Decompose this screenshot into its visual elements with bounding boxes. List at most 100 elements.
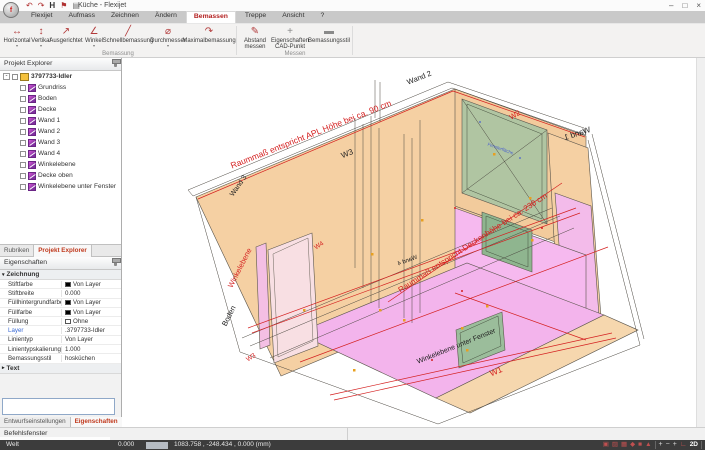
view-tool-icon[interactable]: ▦: [621, 440, 627, 450]
category-zeichnung[interactable]: ▾ Zeichnung: [0, 270, 121, 280]
checkbox[interactable]: [20, 140, 26, 146]
tree-item-winkelebene[interactable]: Winkelebene: [0, 159, 121, 170]
checkbox[interactable]: [20, 107, 26, 113]
property-row[interactable]: Stiftbreite0.000: [0, 289, 121, 298]
drawing-canvas[interactable]: Raummaß entspricht APL Höhe bei ca. 90 c…: [122, 58, 705, 427]
maximal-dimension-icon: ↷: [205, 26, 213, 38]
diameter-dimension-button[interactable]: ⌀ Durchmesser ▾: [150, 25, 186, 48]
view-tool-icon[interactable]: ◆: [630, 440, 635, 450]
property-row[interactable]: FüllfarbeVon Layer: [0, 308, 121, 317]
tree-root-item[interactable]: - 3797733-Idler: [0, 71, 121, 82]
tab-flexijet[interactable]: Flexijet: [24, 11, 60, 23]
property-row[interactable]: FüllhintergrundfarbeVon Layer: [0, 299, 121, 308]
view-tool-icon[interactable]: ▨: [612, 440, 618, 450]
pin-icon[interactable]: [114, 260, 117, 266]
view-tool-icon[interactable]: ▣: [603, 440, 609, 450]
h-tool-icon[interactable]: H: [49, 1, 55, 10]
tree-item-wand-4[interactable]: Wand 4: [0, 148, 121, 159]
property-row[interactable]: Bemassungsstilhosküchen: [0, 354, 121, 363]
ribbon: ↔ Horizontal ▾ ↕ Vertikal ▾ ↗ Ausgericht…: [0, 23, 705, 58]
coordinate-system-label[interactable]: Welt: [6, 440, 19, 450]
tab-treppe[interactable]: Treppe: [238, 11, 273, 23]
separator: [701, 441, 702, 449]
menu-bar: Flexijet Aufmass Zeichnen Ändern Bemasse…: [24, 11, 331, 23]
tab-help[interactable]: ?: [313, 11, 331, 23]
property-row[interactable]: Linientypskalierung1.000: [0, 345, 121, 354]
group-label-bemassung: Bemassung: [2, 51, 234, 57]
close-button[interactable]: ×: [696, 1, 701, 10]
tab-aufmass[interactable]: Aufmass: [62, 11, 102, 23]
angle-dimension-button[interactable]: ∠ Winkel ▾: [82, 25, 106, 48]
dropdown-icon[interactable]: ▾: [93, 44, 95, 48]
undo-icon[interactable]: ↶: [26, 1, 33, 10]
command-input[interactable]: [2, 398, 115, 415]
pin-icon[interactable]: [114, 61, 117, 67]
tab-entwurfseinstellungen[interactable]: Entwurfseinstellungen: [0, 417, 71, 427]
tree-item-wand-3[interactable]: Wand 3: [0, 137, 121, 148]
category-text[interactable]: ▸ Text: [0, 364, 121, 374]
angle-icon: ∠: [90, 26, 99, 38]
tree-item-grundriss[interactable]: Grundriss: [0, 82, 121, 93]
tab-zeichnen[interactable]: Zeichnen: [104, 11, 146, 23]
view-tool-icon[interactable]: ▲: [645, 440, 651, 450]
tree-item-winkelebene-unter-fenster[interactable]: Winkelebene unter Fenster: [0, 181, 121, 192]
maximal-dimension-button[interactable]: ↷ Maximalbemassung: [186, 25, 232, 44]
property-row[interactable]: FüllungOhne: [0, 317, 121, 326]
view-mode-2d-toggle[interactable]: 2D: [690, 440, 698, 450]
horizontal-dimension-icon: ↔: [12, 26, 22, 38]
app-logo[interactable]: f: [3, 2, 19, 18]
view-tool-icon[interactable]: ■: [638, 440, 642, 450]
tree-item-wand-1[interactable]: Wand 1: [0, 115, 121, 126]
collapse-icon[interactable]: -: [3, 73, 10, 80]
tab-bemassen[interactable]: Bemassen: [186, 11, 236, 23]
zoom-in-icon[interactable]: +: [673, 440, 677, 450]
vertical-scrollbar[interactable]: [696, 58, 705, 427]
cad-point-properties-button[interactable]: + Eigenschaften CAD-Punkt: [270, 25, 310, 51]
flag-icon[interactable]: ⚑: [60, 1, 67, 10]
property-row[interactable]: StiftfarbeVon Layer: [0, 280, 121, 289]
dropdown-icon[interactable]: ▾: [40, 44, 42, 48]
left-panel: Projekt Explorer - 3797733-Idler Grundri…: [0, 58, 122, 427]
checkbox[interactable]: [20, 162, 26, 168]
tree-item-decke[interactable]: Decke: [0, 104, 121, 115]
window-title: Küche - Flexijet: [78, 2, 126, 9]
checkbox[interactable]: [20, 151, 26, 157]
tree-item-decke-oben[interactable]: Decke oben: [0, 170, 121, 181]
dropdown-icon[interactable]: ▾: [16, 44, 18, 48]
tab-rubriken[interactable]: Rubriken: [0, 245, 34, 257]
properties-header: Eigenschaften: [0, 257, 121, 270]
aligned-dimension-button[interactable]: ↗ Ausgerichtet: [50, 25, 82, 44]
checkbox[interactable]: [20, 184, 26, 190]
checkbox[interactable]: [20, 96, 26, 102]
tree-item-wand-2[interactable]: Wand 2: [0, 126, 121, 137]
redo-icon[interactable]: ↷: [38, 1, 45, 10]
checkbox[interactable]: [20, 118, 26, 124]
tab-aendern[interactable]: Ändern: [148, 11, 184, 23]
group-separator: [352, 26, 353, 55]
cursor-coordinates: 1083.758 , -248.434 , 0.000 (mm): [174, 440, 271, 450]
dropdown-icon[interactable]: ▾: [167, 44, 169, 48]
dimension-style-button[interactable]: ▬ Bemassungsstil: [310, 25, 348, 44]
checkbox[interactable]: [12, 74, 18, 80]
status-input-box[interactable]: [146, 442, 168, 449]
tree-item-boden[interactable]: Boden: [0, 93, 121, 104]
checkbox[interactable]: [20, 129, 26, 135]
vertical-dimension-button[interactable]: ↕ Vertikal ▾: [32, 25, 50, 48]
checkbox[interactable]: [20, 85, 26, 91]
expanded-icon: ▾: [2, 272, 5, 278]
zoom-out-icon[interactable]: −: [666, 440, 670, 450]
layer-icon: [28, 150, 36, 158]
maximize-button[interactable]: □: [682, 1, 687, 10]
property-row[interactable]: LinientypVon Layer: [0, 336, 121, 345]
tab-projekt-explorer[interactable]: Projekt Explorer: [34, 245, 92, 257]
tab-ansicht[interactable]: Ansicht: [275, 11, 311, 23]
quick-dimension-button[interactable]: ╱ Schnellbemassung: [106, 25, 150, 44]
checkbox[interactable]: [20, 173, 26, 179]
pan-icon[interactable]: +: [659, 440, 663, 450]
tab-eigenschaften[interactable]: Eigenschaften: [71, 417, 123, 427]
measure-distance-button[interactable]: ✎ Abstand messen: [240, 25, 270, 51]
horizontal-dimension-button[interactable]: ↔ Horizontal ▾: [2, 25, 32, 48]
angle-view-icon[interactable]: ∟: [680, 440, 687, 450]
minimize-button[interactable]: –: [669, 1, 673, 10]
property-row-layer[interactable]: Layer.3797733-Idler: [0, 326, 121, 335]
